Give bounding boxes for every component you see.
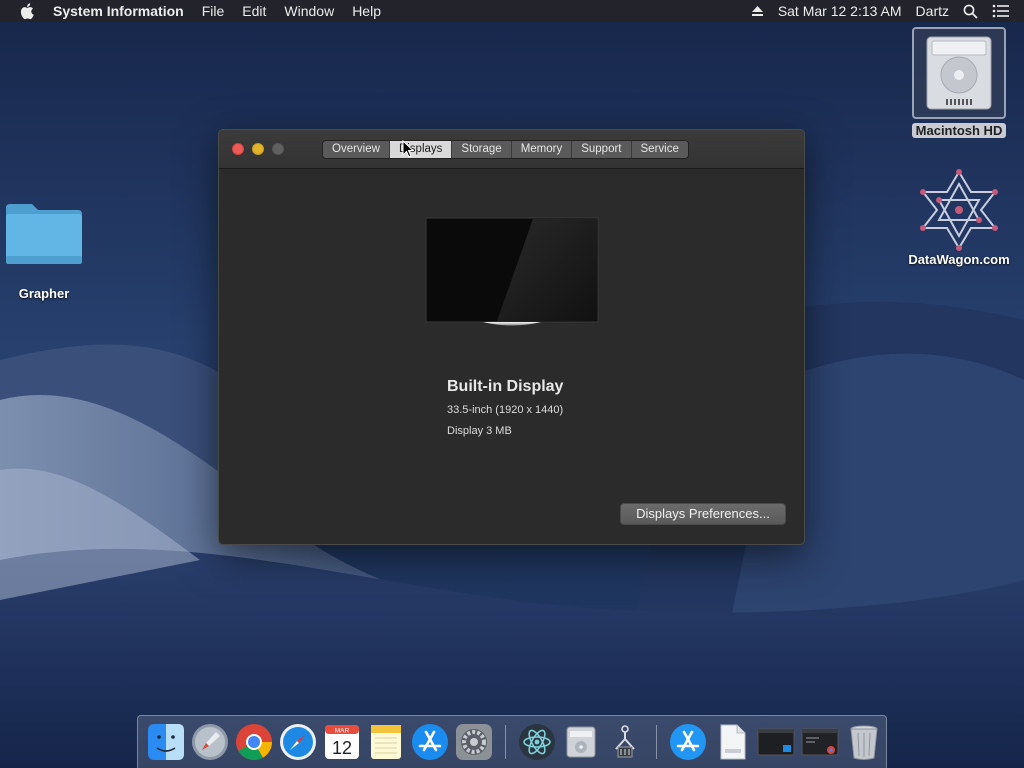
finder-icon: [148, 724, 184, 760]
dock-atom[interactable]: [518, 723, 556, 761]
html-document-icon: [720, 724, 746, 760]
dock-system-preferences[interactable]: [455, 723, 493, 761]
dock-trash[interactable]: [845, 723, 883, 761]
menu-file[interactable]: File: [193, 0, 234, 22]
dock-chrome-window[interactable]: [801, 723, 839, 761]
dock: MAR 12: [137, 715, 887, 768]
hard-drive-icon: [926, 36, 992, 110]
tab-memory[interactable]: Memory: [511, 141, 573, 158]
menu-help[interactable]: Help: [343, 0, 390, 22]
displays-preferences-button[interactable]: Displays Preferences...: [620, 503, 786, 525]
apple-menu-icon[interactable]: [19, 2, 37, 20]
tab-storage[interactable]: Storage: [452, 141, 512, 158]
dock-claw-machine[interactable]: [606, 723, 644, 761]
dock-notes[interactable]: [367, 723, 405, 761]
dock-safari[interactable]: [279, 723, 317, 761]
zoom-window-button[interactable]: [272, 143, 284, 155]
dock-finder[interactable]: [147, 723, 185, 761]
menu-bar: System Information File Edit Window Help…: [0, 0, 1024, 22]
notes-icon: [371, 725, 401, 759]
window-titlebar[interactable]: Overview Displays Storage Memory Support…: [219, 130, 804, 169]
app-store-icon: [412, 724, 448, 760]
display-memory: Display 3 MB: [447, 425, 512, 437]
desktop-icon-datawagon[interactable]: DataWagon.com: [900, 168, 1018, 268]
dock-app-store[interactable]: [411, 723, 449, 761]
menu-window[interactable]: Window: [275, 0, 343, 22]
svg-text:12: 12: [332, 738, 352, 758]
claw-machine-icon: [615, 725, 635, 758]
trash-icon: [850, 725, 878, 760]
eject-icon[interactable]: [751, 5, 764, 17]
desktop-icon-grapher[interactable]: Grapher: [2, 200, 86, 302]
dock-launchpad[interactable]: [191, 723, 229, 761]
system-preferences-icon: [456, 724, 492, 760]
mouse-cursor-icon: [402, 140, 414, 158]
tab-displays[interactable]: Displays: [389, 141, 453, 158]
dock-terminal-window[interactable]: [757, 723, 795, 761]
spotlight-search-icon[interactable]: [963, 4, 978, 19]
desktop-icon-label: DataWagon.com: [908, 252, 1010, 267]
dock-separator: [656, 725, 657, 759]
svg-text:MAR: MAR: [335, 728, 350, 735]
dock-app-store-folder[interactable]: [669, 723, 707, 761]
desktop-icon-macintosh-hd[interactable]: Macintosh HD: [910, 27, 1008, 140]
desktop-icon-label: Grapher: [18, 286, 70, 301]
notification-center-icon[interactable]: [992, 4, 1010, 18]
terminal-window-icon: [757, 728, 795, 756]
menu-edit[interactable]: Edit: [233, 0, 275, 22]
folder-icon: [6, 204, 82, 264]
dock-separator: [505, 725, 506, 759]
disk-utility-icon: [566, 726, 596, 758]
network-star-icon: [920, 169, 998, 251]
menubar-clock[interactable]: Sat Mar 12 2:13 AM: [778, 0, 902, 22]
dock-html-document[interactable]: [713, 723, 751, 761]
tab-overview[interactable]: Overview: [323, 141, 390, 158]
display-monitor-icon: [425, 217, 599, 326]
desktop-icon-label: Macintosh HD: [911, 123, 1007, 138]
dock-chrome[interactable]: [235, 723, 273, 761]
system-information-window: Overview Displays Storage Memory Support…: [218, 129, 805, 545]
display-resolution: 33.5-inch (1920 x 1440): [447, 404, 564, 416]
tab-bar: Overview Displays Storage Memory Support…: [322, 140, 689, 159]
display-info: Built-in Display 33.5-inch (1920 x 1440)…: [447, 378, 563, 446]
minimize-window-button[interactable]: [252, 143, 264, 155]
launchpad-icon: [192, 724, 228, 760]
close-window-button[interactable]: [232, 143, 244, 155]
chrome-icon: [236, 724, 272, 761]
tab-support[interactable]: Support: [572, 141, 632, 158]
tab-service[interactable]: Service: [631, 141, 688, 158]
display-name: Built-in Display: [447, 378, 564, 395]
atom-icon: [519, 724, 555, 760]
app-store-icon: [670, 724, 706, 760]
dock-calendar[interactable]: MAR 12: [323, 723, 361, 761]
menubar-user[interactable]: Dartz: [916, 0, 949, 22]
calendar-icon: MAR 12: [325, 725, 359, 759]
menu-app-name[interactable]: System Information: [53, 0, 193, 22]
dock-disk-utility[interactable]: [562, 723, 600, 761]
safari-icon: [280, 724, 316, 760]
chrome-window-icon: [801, 728, 839, 756]
